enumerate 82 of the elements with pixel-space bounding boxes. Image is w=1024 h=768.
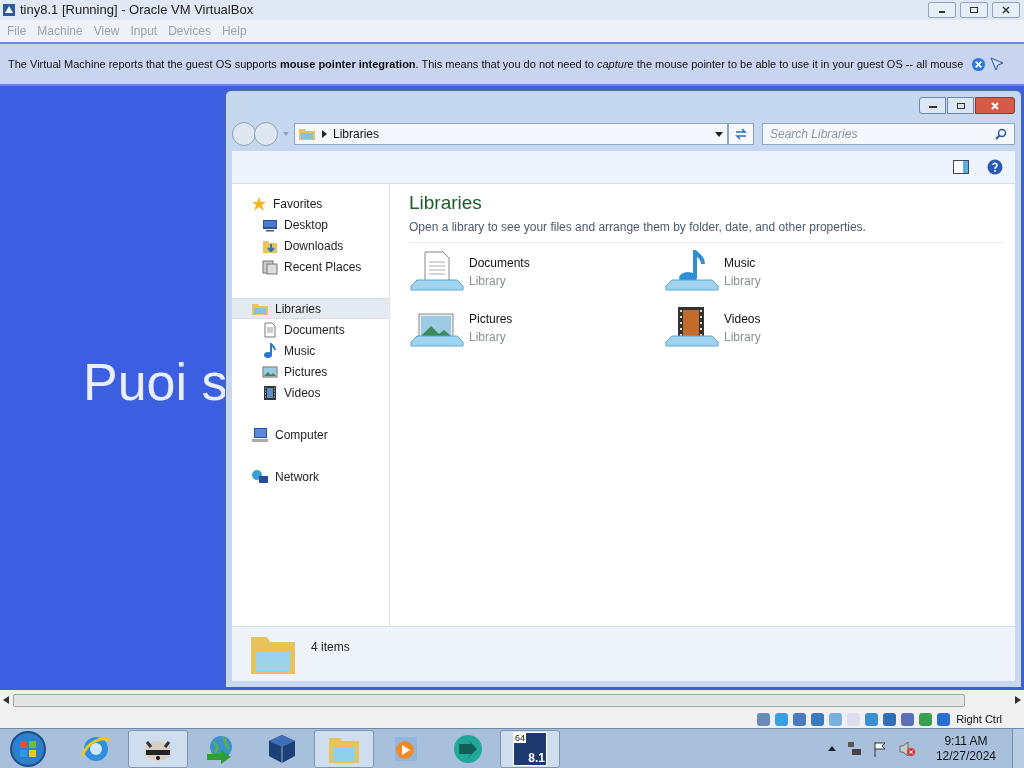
address-text: Libraries xyxy=(333,126,380,143)
film-library-icon xyxy=(664,305,720,350)
taskbar-button[interactable]: 64 8.1 xyxy=(500,729,560,768)
nav-item[interactable]: Videos xyxy=(232,382,389,403)
maximize-button[interactable] xyxy=(947,97,974,114)
nav-item[interactable]: Music xyxy=(232,340,389,361)
library-item[interactable]: Videos Library xyxy=(664,303,919,352)
star-icon xyxy=(251,195,267,212)
page-heading: Libraries xyxy=(409,191,483,215)
background-text: Puoi s xyxy=(83,352,228,413)
library-type: Library xyxy=(469,272,507,290)
document-stack-icon xyxy=(262,258,278,275)
notification-text: The Virtual Machine reports that the guest OS supports mouse pointer integration. This means that you do not need to capture the mouse pointer to be able to use it in your guest OS -- all mouse xyxy=(8,56,964,72)
two-arrows-icon xyxy=(734,128,748,140)
computer-icon xyxy=(251,426,269,443)
pointer-icon xyxy=(989,56,1006,72)
library-name: Pictures xyxy=(469,310,513,328)
picture-icon xyxy=(262,363,278,380)
search-icon xyxy=(995,128,1007,140)
maximize-icon xyxy=(969,6,979,14)
library-type: Library xyxy=(469,328,507,346)
nav-item[interactable]: Pictures xyxy=(232,361,389,382)
music-note-icon xyxy=(262,342,278,359)
close-icon xyxy=(990,101,1000,110)
windows-logo-icon xyxy=(18,738,38,759)
maximize-button[interactable] xyxy=(960,2,988,18)
nav-item[interactable]: Documents xyxy=(232,319,389,340)
item-count: 4 items xyxy=(311,639,350,656)
maximize-icon xyxy=(955,101,966,110)
scroll-left-icon[interactable] xyxy=(3,696,9,704)
chevron-icon xyxy=(322,130,327,138)
minimize-button[interactable] xyxy=(928,2,956,18)
library-type: Library xyxy=(724,272,761,290)
scroll-right-icon[interactable] xyxy=(1015,696,1021,704)
library-item[interactable]: Pictures Library xyxy=(409,303,664,352)
music-library-icon xyxy=(664,249,720,294)
nav-item[interactable]: Network xyxy=(232,466,389,487)
flag-icon[interactable] xyxy=(871,740,888,757)
library-icon xyxy=(298,126,316,142)
clock-date: 12/27/2024 xyxy=(935,748,996,764)
library-name: Documents xyxy=(469,254,530,272)
muted-speaker-icon[interactable] xyxy=(897,740,916,757)
library-type: Library xyxy=(724,328,761,346)
page-subtitle: Open a library to see your files and arrange them by folder, date, and other properties. xyxy=(409,217,1003,243)
close-icon xyxy=(1001,6,1011,14)
logo-version: 8.1 xyxy=(528,751,545,765)
start-button[interactable] xyxy=(10,730,46,767)
close-icon[interactable] xyxy=(971,56,987,72)
nav-item[interactable]: Computer xyxy=(232,424,389,445)
window-title: tiny8.1 [Running] - Oracle VM VirtualBox xyxy=(20,1,254,20)
library-name: Videos xyxy=(724,310,761,328)
clock[interactable]: 9:11 AM 12/27/2024 xyxy=(935,733,996,764)
document-library-icon xyxy=(409,249,465,294)
host-key-label: Right Ctrl xyxy=(956,711,1002,727)
close-button[interactable] xyxy=(992,2,1020,18)
nav-item[interactable]: Downloads xyxy=(232,235,389,256)
minimize-button[interactable] xyxy=(919,97,946,114)
film-icon xyxy=(262,384,278,401)
taskbar-button[interactable] xyxy=(128,729,188,768)
refresh-button[interactable] xyxy=(728,123,754,145)
nav-item[interactable]: Favorites xyxy=(232,193,389,214)
library-name: Music xyxy=(724,254,757,272)
library-item[interactable]: Documents Library xyxy=(409,247,664,296)
app-icon xyxy=(2,3,16,17)
nav-item[interactable]: Recent Places xyxy=(232,256,389,277)
network-icon[interactable] xyxy=(845,740,862,757)
search-field[interactable]: Search Libraries xyxy=(762,123,1015,145)
show-hidden-icons[interactable] xyxy=(827,746,836,751)
close-button[interactable] xyxy=(975,97,1015,114)
logo-badge: 64 xyxy=(514,732,526,743)
nav-item[interactable]: Libraries xyxy=(232,298,389,319)
search-input[interactable]: Search Libraries xyxy=(770,125,995,143)
clock-time: 9:11 AM xyxy=(944,733,988,749)
address-bar[interactable]: Libraries xyxy=(294,123,728,145)
network-icon xyxy=(251,468,269,485)
library-item[interactable]: Music Library xyxy=(664,247,919,296)
horizontal-scrollbar[interactable] xyxy=(13,693,965,707)
preview-pane-icon[interactable] xyxy=(953,160,969,174)
nav-item[interactable]: Desktop xyxy=(232,214,389,235)
dropdown-icon[interactable] xyxy=(715,131,723,137)
help-icon[interactable] xyxy=(987,159,1003,175)
document-icon xyxy=(262,321,278,338)
